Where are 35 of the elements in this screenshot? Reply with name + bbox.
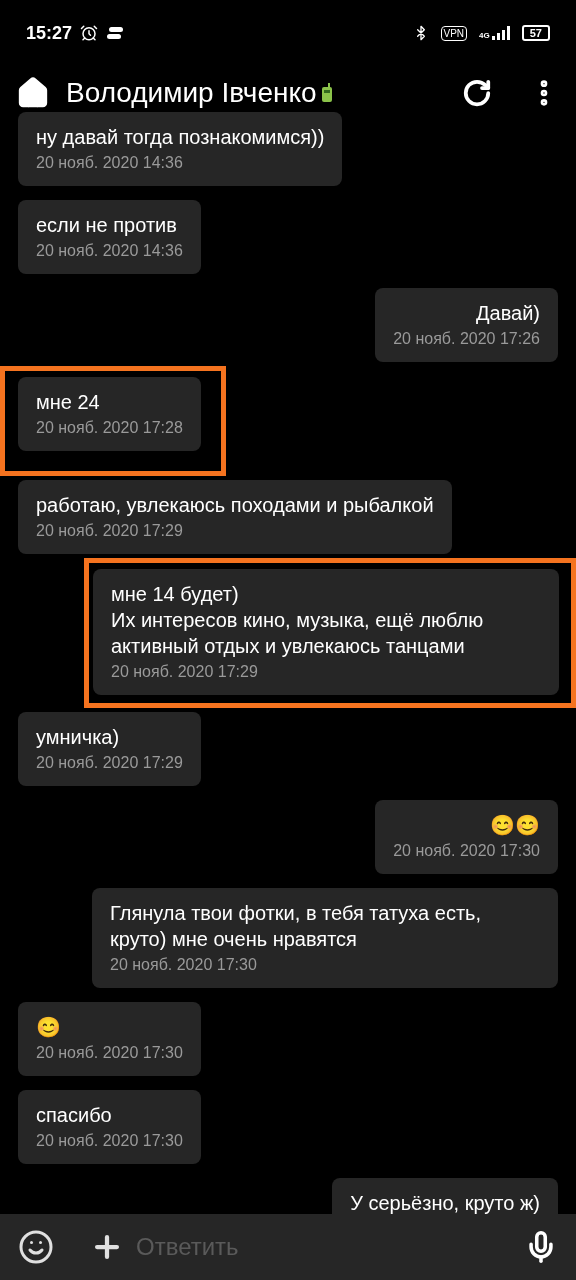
message-text: спасибо bbox=[36, 1103, 112, 1128]
message-text: работаю, увлекаюсь походами и рыбалкой bbox=[36, 493, 434, 518]
message-timestamp: 20 нояб. 2020 17:30 bbox=[393, 841, 540, 861]
message-timestamp: 20 нояб. 2020 17:26 bbox=[393, 329, 540, 349]
contact-name: Володимир Івченко bbox=[66, 76, 317, 110]
message-timestamp: 20 нояб. 2020 17:28 bbox=[36, 418, 183, 438]
home-icon[interactable] bbox=[16, 76, 50, 110]
emoji-icon[interactable] bbox=[18, 1229, 54, 1265]
alarm-icon bbox=[80, 24, 99, 42]
message-timestamp: 20 нояб. 2020 17:29 bbox=[36, 753, 183, 773]
message-text: У серьёзно, круто ж) bbox=[350, 1191, 540, 1214]
signal-icon bbox=[491, 26, 510, 40]
message-text: мне 14 будет) Их интересов кино, музыка, ещё люблю активный отдых и увлекаюсь танцами bbox=[111, 582, 485, 659]
message-text: ну давай тогда познакомимся)) bbox=[36, 125, 325, 150]
message-timestamp: 20 нояб. 2020 17:29 bbox=[36, 521, 183, 541]
network-type: 4G bbox=[479, 32, 490, 40]
message-text: мне 24 bbox=[36, 390, 100, 415]
phone-icon bbox=[320, 83, 333, 103]
message-timestamp: 20 нояб. 2020 17:30 bbox=[110, 955, 257, 975]
message-timestamp: 20 нояб. 2020 17:30 bbox=[36, 1131, 183, 1151]
app-icon bbox=[106, 26, 125, 40]
message-text: Глянула твои фотки, в тебя татуха есть, круто) мне очень нравятся bbox=[110, 901, 483, 952]
message-text: 😊 bbox=[36, 1015, 61, 1040]
message-text: 😊😊 bbox=[490, 813, 540, 838]
message-timestamp: 20 нояб. 2020 17:30 bbox=[36, 1043, 183, 1063]
status-time: 15:27 bbox=[26, 21, 73, 45]
vpn-badge: VPN bbox=[440, 25, 468, 41]
battery-indicator: 57 bbox=[521, 25, 550, 41]
message-timestamp: 20 нояб. 2020 14:36 bbox=[36, 241, 183, 261]
message-timestamp: 20 нояб. 2020 17:29 bbox=[111, 662, 258, 682]
message-timestamp: 20 нояб. 2020 14:36 bbox=[36, 153, 183, 173]
message-text: если не против bbox=[36, 213, 177, 238]
message-text: Давай) bbox=[475, 301, 540, 326]
message-text: умничка) bbox=[36, 725, 120, 750]
refresh-icon[interactable] bbox=[462, 78, 492, 108]
